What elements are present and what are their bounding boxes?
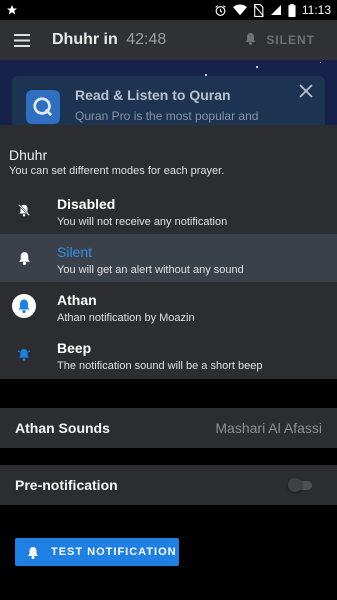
mode-description: You will not receive any notification [57, 216, 228, 228]
alarm-icon [214, 4, 227, 17]
mode-option-silent[interactable]: Silent You will get an alert without any… [0, 234, 337, 282]
wifi-icon [232, 4, 247, 16]
signal-icon [270, 4, 282, 16]
silent-mode-button[interactable]: SILENT [245, 32, 315, 48]
test-notification-label: TEST NOTIFICATION [51, 546, 177, 558]
next-prayer-name: Dhuhr in [52, 31, 118, 48]
mode-option-athan[interactable]: Athan Athan notification by Moazin [0, 282, 337, 330]
pre-notification-row[interactable]: Pre-notification [0, 465, 337, 505]
bell-icon [27, 546, 39, 559]
bell-icon [245, 32, 256, 48]
mode-label: Silent [57, 244, 93, 260]
menu-icon[interactable] [2, 20, 42, 60]
athan-sounds-value: Mashari Al Afassi [215, 420, 322, 436]
quran-pro-logo [26, 90, 60, 124]
star-decoration [320, 62, 321, 63]
test-notification-button[interactable]: TEST NOTIFICATION [15, 538, 179, 566]
athan-sounds-row[interactable]: Athan Sounds Mashari Al Afassi [0, 408, 337, 448]
mode-label: Beep [57, 340, 92, 356]
prayer-mode-sheet: Dhuhr You can set different modes for ea… [0, 125, 337, 379]
app-bar: Dhuhr in 42:48 SILENT [0, 20, 337, 60]
next-prayer-title: Dhuhr in 42:48 [52, 31, 166, 49]
mode-label: Disabled [57, 196, 116, 212]
toggle-thumb [288, 478, 302, 492]
status-bar: 11:13 [0, 0, 337, 20]
mode-description: The notification sound will be a short b… [57, 360, 263, 372]
no-sim-icon [253, 3, 264, 17]
beep-bell-icon [12, 342, 36, 366]
pre-notification-toggle[interactable] [288, 478, 314, 492]
mode-description: You will get an alert without any sound [57, 264, 244, 276]
battery-icon [288, 3, 296, 17]
bell-icon [12, 246, 36, 270]
mode-option-beep[interactable]: Beep The notification sound will be a sh… [0, 330, 337, 378]
sheet-subtitle: You can set different modes for each pra… [9, 165, 225, 177]
mode-label: Athan [57, 292, 97, 308]
promo-text: Quran Pro is the most popular and [75, 109, 259, 123]
pre-notification-label: Pre-notification [15, 477, 118, 493]
notification-star-icon [6, 4, 18, 16]
silent-mode-label: SILENT [266, 33, 315, 47]
countdown: 42:48 [126, 31, 167, 48]
bell-off-icon [12, 198, 36, 222]
athan-bell-icon [12, 294, 36, 318]
clock-time: 11:13 [301, 3, 331, 17]
star-decoration [256, 66, 258, 68]
sheet-title: Dhuhr [9, 147, 48, 163]
close-icon[interactable] [299, 84, 317, 102]
promo-title: Read & Listen to Quran [75, 87, 231, 103]
mode-description: Athan notification by Moazin [57, 312, 195, 324]
mode-option-disabled[interactable]: Disabled You will not receive any notifi… [0, 186, 337, 234]
athan-sounds-label: Athan Sounds [15, 420, 110, 436]
